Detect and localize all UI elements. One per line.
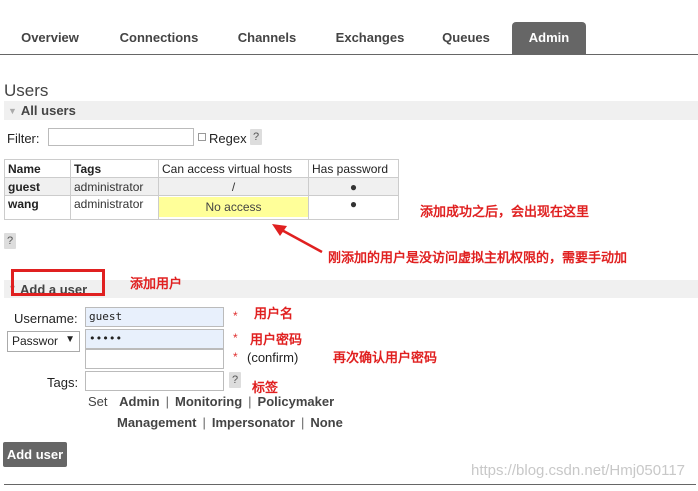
help-icon[interactable]: ?: [4, 233, 16, 249]
annotation-password: 用户密码: [250, 333, 303, 348]
annotation-success: 添加成功之后，会出现在这里: [420, 205, 590, 220]
tab-connections[interactable]: Connections: [106, 22, 212, 54]
password-type-select[interactable]: Passwor ▼: [7, 331, 80, 352]
regex-label: Regex: [209, 131, 247, 146]
all-users-toggle[interactable]: ▼ All users: [4, 101, 698, 120]
add-user-section-bar: [4, 280, 698, 298]
tag-option-policymaker[interactable]: Policymaker: [258, 394, 335, 409]
tab-channels[interactable]: Channels: [224, 22, 310, 54]
required-mark: *: [233, 350, 238, 364]
table-header-row: Name Tags Can access virtual hosts Has p…: [4, 159, 399, 178]
tag-option-management[interactable]: Management: [117, 415, 196, 430]
tab-overview[interactable]: Overview: [6, 22, 94, 54]
user-name-link[interactable]: guest: [4, 177, 71, 196]
divider: [4, 484, 696, 485]
tag-set-line-2: Management | Impersonator | None: [117, 415, 343, 430]
user-has-password: ●: [308, 195, 399, 220]
required-mark: *: [233, 331, 238, 345]
main-nav-tabs: Overview Connections Channels Exchanges …: [0, 22, 698, 55]
all-users-label: All users: [20, 103, 76, 118]
user-vhosts-cell: No access: [158, 195, 309, 220]
user-has-password: ●: [308, 177, 399, 196]
tag-option-impersonator[interactable]: Impersonator: [212, 415, 295, 430]
help-icon[interactable]: ?: [250, 129, 262, 145]
annotation-no-access: 刚添加的用户是没访问虚拟主机权限的，需要手动加: [328, 251, 628, 266]
tags-input[interactable]: [85, 371, 224, 391]
collapse-triangle-icon: ▼: [8, 106, 17, 116]
regex-checkbox[interactable]: [198, 133, 206, 141]
tab-admin[interactable]: Admin: [512, 22, 586, 54]
password-confirm-input[interactable]: [85, 349, 224, 369]
user-tags: administrator: [70, 195, 159, 220]
separator: |: [165, 394, 169, 409]
dropdown-arrow-icon: ▼: [65, 334, 75, 345]
annotation-add-user: 添加用户: [130, 277, 183, 292]
users-table: Name Tags Can access virtual hosts Has p…: [4, 159, 399, 220]
col-header-vhosts[interactable]: Can access virtual hosts: [158, 159, 309, 178]
password-type-value: Passwor: [12, 334, 59, 348]
arrow-icon: [272, 224, 323, 254]
tab-exchanges[interactable]: Exchanges: [322, 22, 418, 54]
user-tags: administrator: [70, 177, 159, 196]
col-header-name[interactable]: Name: [4, 159, 71, 178]
table-row: guest administrator / ●: [4, 177, 399, 196]
filter-input[interactable]: [48, 128, 194, 146]
confirm-label: (confirm): [247, 350, 299, 365]
tag-set-line-1: Set Admin | Monitoring | Policymaker: [88, 394, 334, 409]
password-input[interactable]: •••••: [85, 329, 224, 349]
user-vhosts: /: [158, 177, 309, 196]
table-row: wang administrator No access ●: [4, 195, 399, 220]
col-header-has-password[interactable]: Has password: [308, 159, 399, 178]
annotation-username: 用户名: [254, 307, 294, 322]
col-header-tags[interactable]: Tags: [70, 159, 159, 178]
tab-queues[interactable]: Queues: [430, 22, 502, 54]
username-input[interactable]: guest: [85, 307, 224, 327]
set-label: Set: [88, 394, 108, 409]
filter-label: Filter:: [7, 131, 40, 146]
highlight-box: [11, 269, 105, 296]
username-label: Username:: [14, 311, 78, 326]
separator: |: [248, 394, 252, 409]
tag-option-none[interactable]: None: [310, 415, 343, 430]
watermark: https://blog.csdn.net/Hmj050117: [471, 462, 686, 479]
separator: |: [202, 415, 206, 430]
help-icon[interactable]: ?: [229, 372, 241, 388]
add-user-button[interactable]: Add user: [3, 442, 67, 467]
tag-option-monitoring[interactable]: Monitoring: [175, 394, 242, 409]
required-mark: *: [233, 309, 238, 323]
page-title: Users: [4, 81, 49, 100]
tags-label: Tags:: [47, 375, 79, 390]
separator: |: [300, 415, 305, 430]
annotation-confirm: 再次确认用户密码: [333, 351, 438, 366]
user-name-link[interactable]: wang: [4, 195, 71, 220]
tag-option-admin[interactable]: Admin: [119, 394, 159, 409]
no-access-badge: No access: [159, 197, 308, 217]
